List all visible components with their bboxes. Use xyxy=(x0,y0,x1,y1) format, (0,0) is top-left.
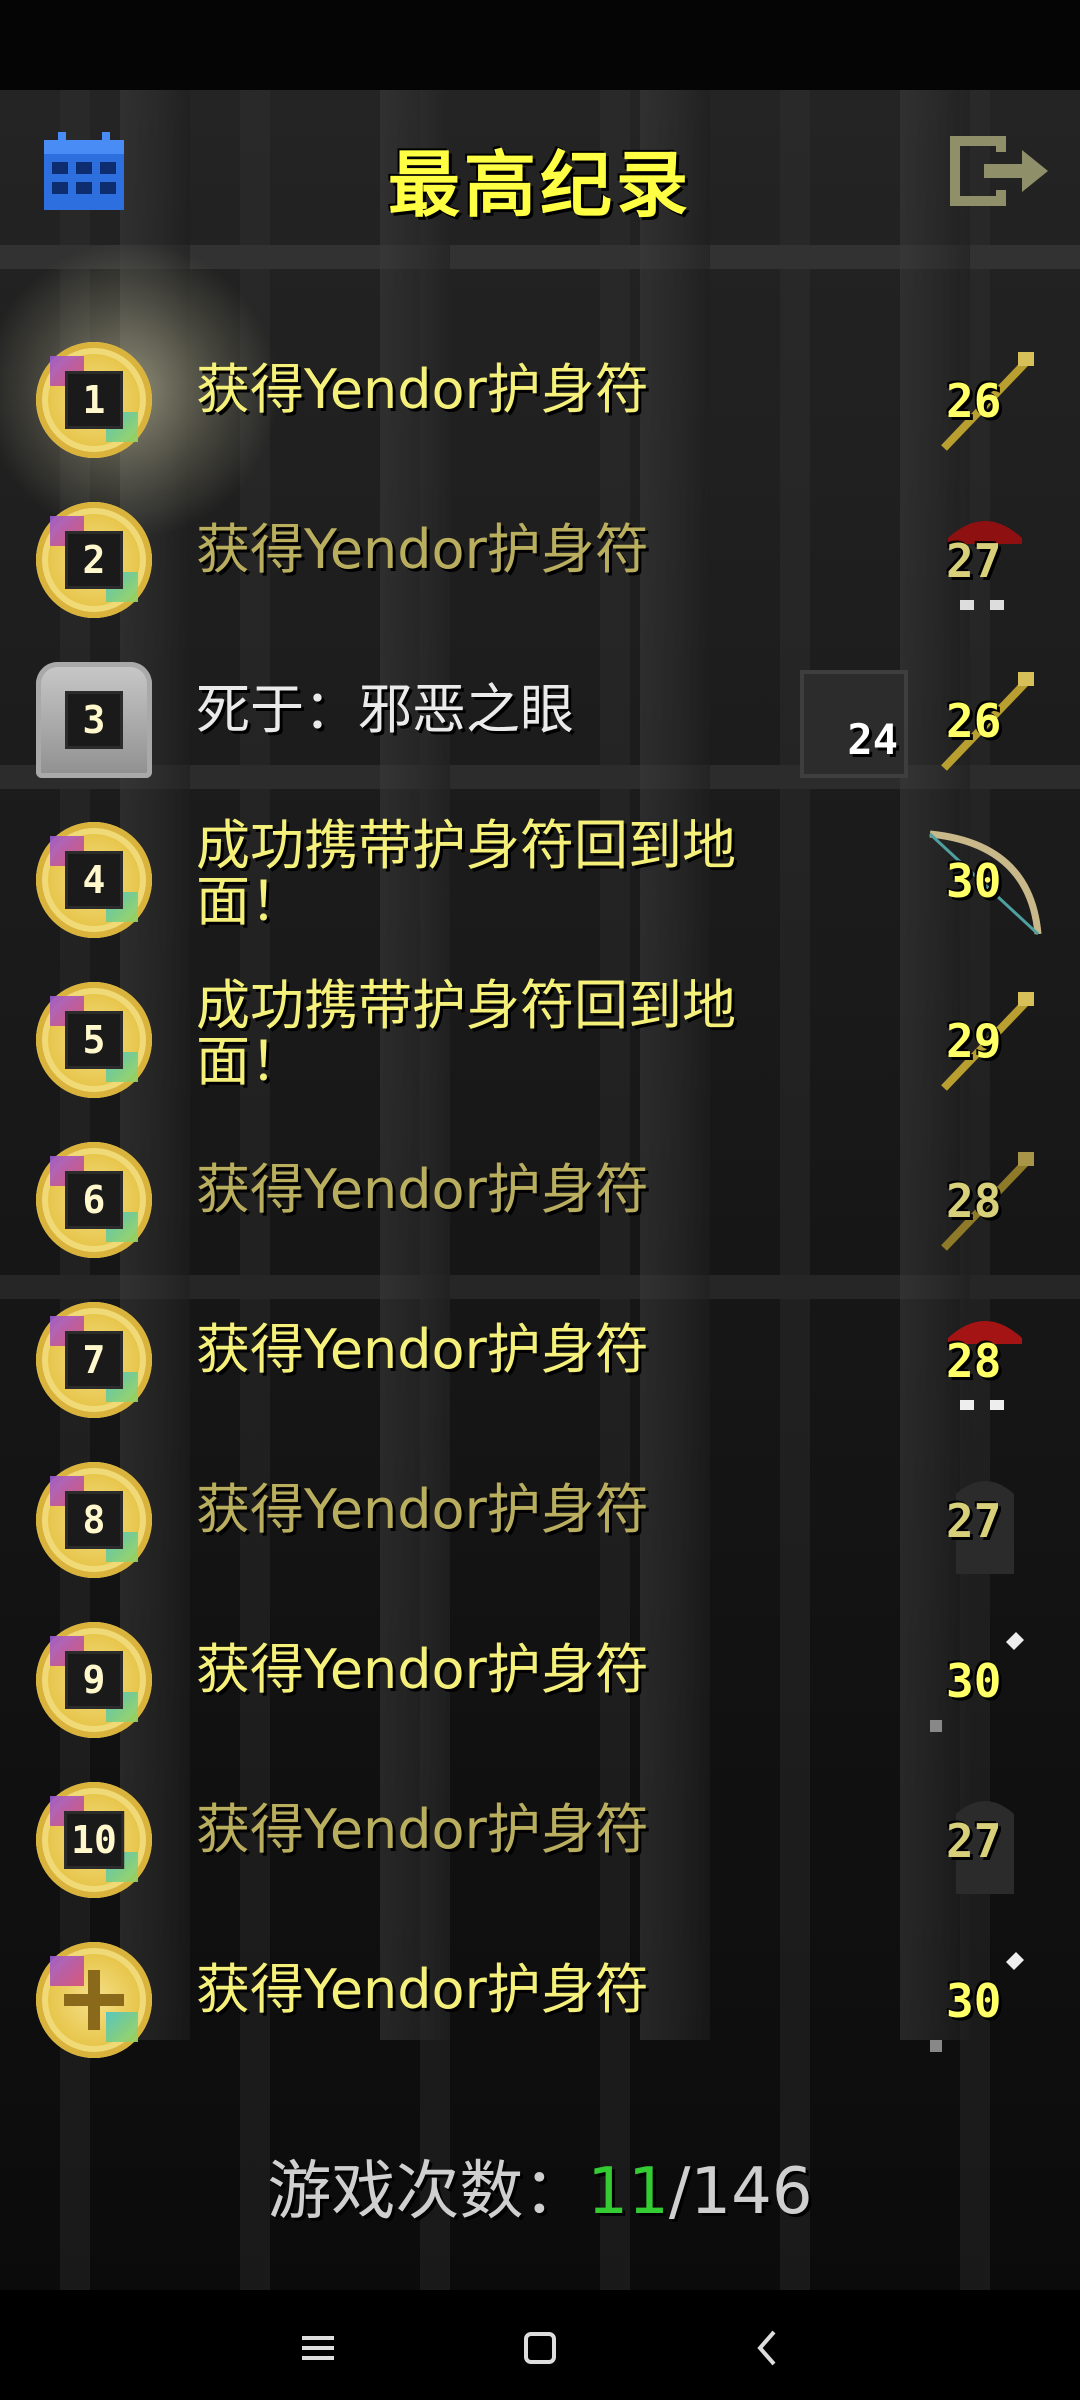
record-description: 获得Yendor护身符 xyxy=(196,358,649,421)
record-description: 死于：邪恶之眼 xyxy=(196,678,574,741)
rank-medal: 1 xyxy=(36,342,152,458)
record-row[interactable]: 2 获得Yendor护身符 27 xyxy=(0,480,1080,640)
depth-number: 24 xyxy=(847,715,898,764)
home-icon[interactable] xyxy=(510,2318,570,2378)
record-description: 获得Yendor护身符 xyxy=(196,518,649,581)
class-level: 30 xyxy=(920,1944,1050,2064)
record-row[interactable]: 5 成功携带护身符回到地面！ 29 xyxy=(0,960,1080,1120)
level-number: 27 xyxy=(946,1494,1002,1548)
level-number: 30 xyxy=(946,1974,1002,2028)
rank-number: 6 xyxy=(65,1171,123,1229)
exit-icon[interactable] xyxy=(944,130,1054,212)
tombstone-icon: 3 xyxy=(36,662,152,778)
rank-medal: 4 xyxy=(36,822,152,938)
record-description: 成功携带护身符回到地面！ xyxy=(196,814,736,933)
level-number: 28 xyxy=(946,1174,1002,1228)
rank-number: 2 xyxy=(65,531,123,589)
rank-number: 10 xyxy=(64,1811,124,1869)
record-row[interactable]: 4 成功携带护身符回到地面！ 30 xyxy=(0,800,1080,960)
record-row[interactable]: 8 获得Yendor护身符 27 xyxy=(0,1440,1080,1600)
class-level: 27 xyxy=(920,504,1050,624)
class-level: 27 xyxy=(920,1464,1050,1584)
level-number: 27 xyxy=(946,1814,1002,1868)
level-number: 26 xyxy=(946,694,1002,748)
record-description: 获得Yendor护身符 xyxy=(196,1478,649,1541)
record-row[interactable]: 3 死于：邪恶之眼 24 26 xyxy=(0,640,1080,800)
level-number: 30 xyxy=(946,1654,1002,1708)
rank-number: 8 xyxy=(65,1491,123,1549)
rank-number: 9 xyxy=(65,1651,123,1709)
class-level: 29 xyxy=(920,984,1050,1104)
record-description: 获得Yendor护身符 xyxy=(196,1318,649,1381)
header: 最高纪录 xyxy=(0,120,1080,240)
class-level: 26 xyxy=(920,664,1050,784)
record-description: 获得Yendor护身符 xyxy=(196,1798,649,1861)
record-description: 获得Yendor护身符 xyxy=(196,1158,649,1221)
rank-medal: 9 xyxy=(36,1622,152,1738)
class-level: 26 xyxy=(920,344,1050,464)
games-played-total: /146 xyxy=(668,2155,813,2229)
rank-medal: 8 xyxy=(36,1462,152,1578)
rank-number: 7 xyxy=(65,1331,123,1389)
record-row[interactable]: 6 获得Yendor护身符 28 xyxy=(0,1120,1080,1280)
rank-medal: 6 xyxy=(36,1142,152,1258)
record-description: 获得Yendor护身符 xyxy=(196,1958,649,2021)
class-level: 27 xyxy=(920,1784,1050,1904)
class-level: 30 xyxy=(920,824,1050,944)
cross-icon xyxy=(64,1970,124,2030)
level-number: 27 xyxy=(946,534,1002,588)
level-number: 26 xyxy=(946,374,1002,428)
record-row[interactable]: 7 获得Yendor护身符 28 xyxy=(0,1280,1080,1440)
system-navbar xyxy=(0,2290,1080,2400)
records-list: 1 获得Yendor护身符 26 2 获得Yendor护身符 27 3 死于：邪… xyxy=(0,320,1080,2080)
rank-medal: 5 xyxy=(36,982,152,1098)
rank-medal: 7 xyxy=(36,1302,152,1418)
games-played: 游戏次数：11/146 xyxy=(0,2140,1080,2232)
level-number: 28 xyxy=(946,1334,1002,1388)
page-title: 最高纪录 xyxy=(387,143,692,227)
class-level: 30 xyxy=(920,1624,1050,1744)
games-played-label: 游戏次数： xyxy=(267,2155,588,2229)
rank-number: 3 xyxy=(65,691,123,749)
level-number: 29 xyxy=(946,1014,1002,1068)
depth-indicator: 24 xyxy=(800,670,908,778)
record-row[interactable]: 1 获得Yendor护身符 26 xyxy=(0,320,1080,480)
record-description: 成功携带护身符回到地面！ xyxy=(196,974,736,1093)
back-icon[interactable] xyxy=(738,2318,798,2378)
record-description: 获得Yendor护身符 xyxy=(196,1638,649,1701)
rank-medal xyxy=(36,1942,152,2058)
rank-medal: 10 xyxy=(36,1782,152,1898)
menu-icon[interactable] xyxy=(288,2318,348,2378)
rank-number: 5 xyxy=(65,1011,123,1069)
record-row[interactable]: 9 获得Yendor护身符 30 xyxy=(0,1600,1080,1760)
record-row[interactable]: 10 获得Yendor护身符 27 xyxy=(0,1760,1080,1920)
games-played-current: 11 xyxy=(587,2155,669,2229)
rank-number: 4 xyxy=(65,851,123,909)
level-number: 30 xyxy=(946,854,1002,908)
rank-medal: 2 xyxy=(36,502,152,618)
record-row[interactable]: 获得Yendor护身符 30 xyxy=(0,1920,1080,2080)
class-level: 28 xyxy=(920,1304,1050,1424)
class-level: 28 xyxy=(920,1144,1050,1264)
rank-number: 1 xyxy=(65,371,123,429)
